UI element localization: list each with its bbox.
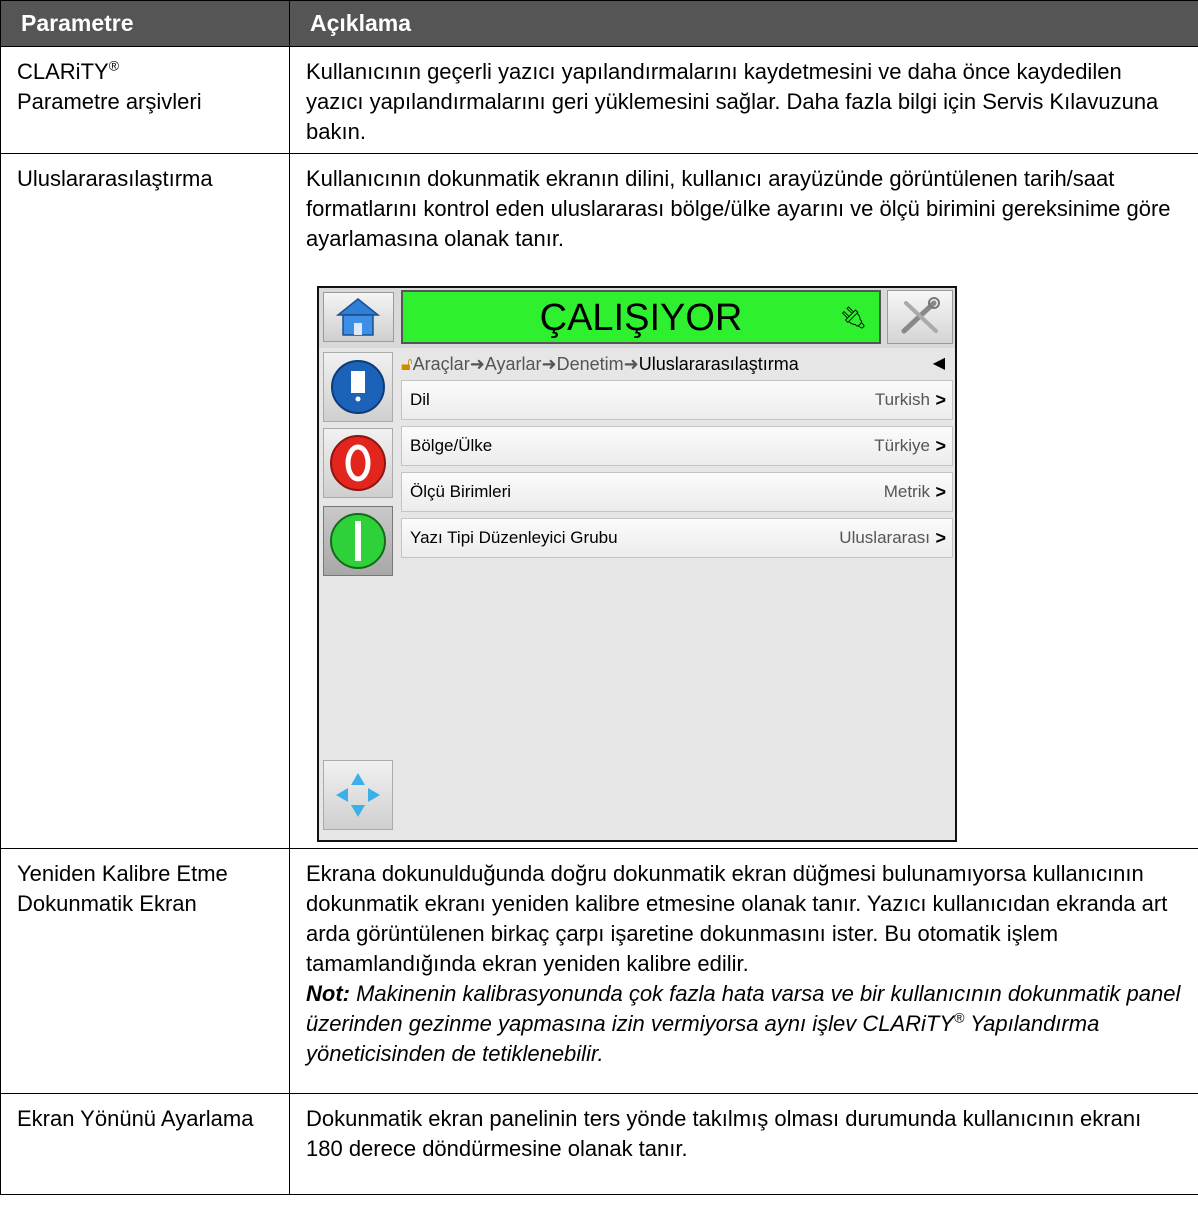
registered-mark: ® bbox=[108, 57, 120, 74]
setting-label: Ölçü Birimleri bbox=[410, 482, 512, 501]
status-text: ÇALIŞIYOR bbox=[539, 297, 743, 339]
desc-cell: Kullanıcının dokunmatik ekranın dilini, … bbox=[289, 153, 1198, 849]
side-button-column bbox=[319, 348, 397, 840]
param-cell: CLARiTY® Parametre arşivleri bbox=[0, 46, 290, 154]
breadcrumb-item[interactable]: Araçlar bbox=[413, 354, 470, 374]
plug-icon: 🔌︎ bbox=[839, 305, 867, 330]
setting-label: Bölge/Ülke bbox=[410, 436, 493, 455]
start-icon bbox=[330, 513, 386, 569]
header-description: Açıklama bbox=[289, 0, 1198, 47]
navigation-button[interactable] bbox=[323, 760, 393, 830]
home-icon bbox=[335, 298, 381, 336]
table-row: CLARiTY® Parametre arşivleri Kullanıcını… bbox=[0, 46, 1198, 154]
setting-value: Uluslararası bbox=[839, 528, 930, 547]
list-item[interactable]: Yazı Tipi Düzenleyici Grubu Uluslararası… bbox=[401, 518, 953, 558]
tools-icon bbox=[901, 297, 940, 334]
param-cell: Yeniden Kalibre Etme Dokunmatik Ekran bbox=[0, 848, 290, 1094]
breadcrumb-current: Uluslararasılaştırma bbox=[638, 354, 799, 374]
job-info-icon bbox=[331, 360, 385, 414]
stop-button[interactable] bbox=[323, 428, 393, 498]
chevron-right-icon: > bbox=[935, 390, 946, 410]
param-cell: Ekran Yönünü Ayarlama bbox=[0, 1093, 290, 1195]
param-name-line2: Parametre arşivleri bbox=[17, 89, 202, 114]
breadcrumb: 🔓︎Araçlar➜Ayarlar➜Denetim➜Uluslararasıla… bbox=[401, 350, 951, 378]
start-button[interactable] bbox=[323, 506, 393, 576]
desc-text: Ekrana dokunulduğunda doğru dokunmatik e… bbox=[306, 861, 1168, 976]
header-parameter: Parametre bbox=[0, 0, 290, 47]
device-screenshot: ÇALIŞIYOR 🔌︎ 🔓︎Araçlar➜Ayarlar➜Denetim➜U… bbox=[317, 286, 957, 842]
job-info-button[interactable] bbox=[323, 352, 393, 422]
device-top-bar: ÇALIŞIYOR 🔌︎ bbox=[319, 288, 955, 348]
tools-button[interactable] bbox=[887, 290, 953, 344]
desc-text: Kullanıcının dokunmatik ekranın dilini, … bbox=[306, 166, 1171, 251]
registered-mark: ® bbox=[954, 1009, 965, 1026]
desc-cell: Dokunmatik ekran panelinin ters yönde ta… bbox=[289, 1093, 1198, 1195]
desc-cell: Kullanıcının geçerli yazıcı yapılandırma… bbox=[289, 46, 1198, 154]
chevron-right-icon: > bbox=[935, 528, 946, 548]
lock-icon: 🔓︎ bbox=[401, 354, 413, 374]
breadcrumb-separator: ➜ bbox=[541, 354, 557, 374]
chevron-right-icon: > bbox=[935, 436, 946, 456]
status-bar: ÇALIŞIYOR 🔌︎ bbox=[401, 290, 881, 344]
home-button[interactable] bbox=[323, 292, 394, 342]
table-row: Yeniden Kalibre Etme Dokunmatik Ekran Ek… bbox=[0, 848, 1198, 1094]
breadcrumb-item[interactable]: Ayarlar bbox=[485, 354, 542, 374]
table-row: Uluslararasılaştırma Kullanıcının dokunm… bbox=[0, 153, 1198, 849]
param-name: CLARiTY bbox=[17, 59, 109, 84]
setting-value: Türkiye bbox=[874, 436, 930, 455]
note-label: Not: bbox=[306, 981, 350, 1006]
setting-label: Yazı Tipi Düzenleyici Grubu bbox=[410, 528, 618, 547]
param-cell: Uluslararasılaştırma bbox=[0, 153, 290, 849]
navigation-icon bbox=[336, 773, 380, 817]
setting-label: Dil bbox=[410, 390, 430, 409]
settings-list: Dil Turkish > Bölge/Ülke Türkiye > Ölçü … bbox=[401, 380, 953, 564]
breadcrumb-item[interactable]: Denetim bbox=[557, 354, 624, 374]
parameter-table: Parametre Açıklama CLARiTY® Parametre ar… bbox=[0, 0, 1198, 1195]
note-text: Not: Makinenin kalibrasyonunda çok fazla… bbox=[306, 979, 1184, 1069]
table-row: Ekran Yönünü Ayarlama Dokunmatik ekran p… bbox=[0, 1093, 1198, 1195]
back-icon[interactable]: ◀ bbox=[933, 350, 945, 378]
list-item[interactable]: Bölge/Ülke Türkiye > bbox=[401, 426, 953, 466]
list-item[interactable]: Ölçü Birimleri Metrik > bbox=[401, 472, 953, 512]
list-item[interactable]: Dil Turkish > bbox=[401, 380, 953, 420]
desc-cell: Ekrana dokunulduğunda doğru dokunmatik e… bbox=[289, 848, 1198, 1094]
setting-value: Turkish bbox=[874, 390, 930, 409]
chevron-right-icon: > bbox=[935, 482, 946, 502]
stop-icon bbox=[330, 435, 386, 491]
setting-value: Metrik bbox=[883, 482, 930, 501]
breadcrumb-separator: ➜ bbox=[469, 354, 485, 374]
breadcrumb-separator: ➜ bbox=[623, 354, 639, 374]
